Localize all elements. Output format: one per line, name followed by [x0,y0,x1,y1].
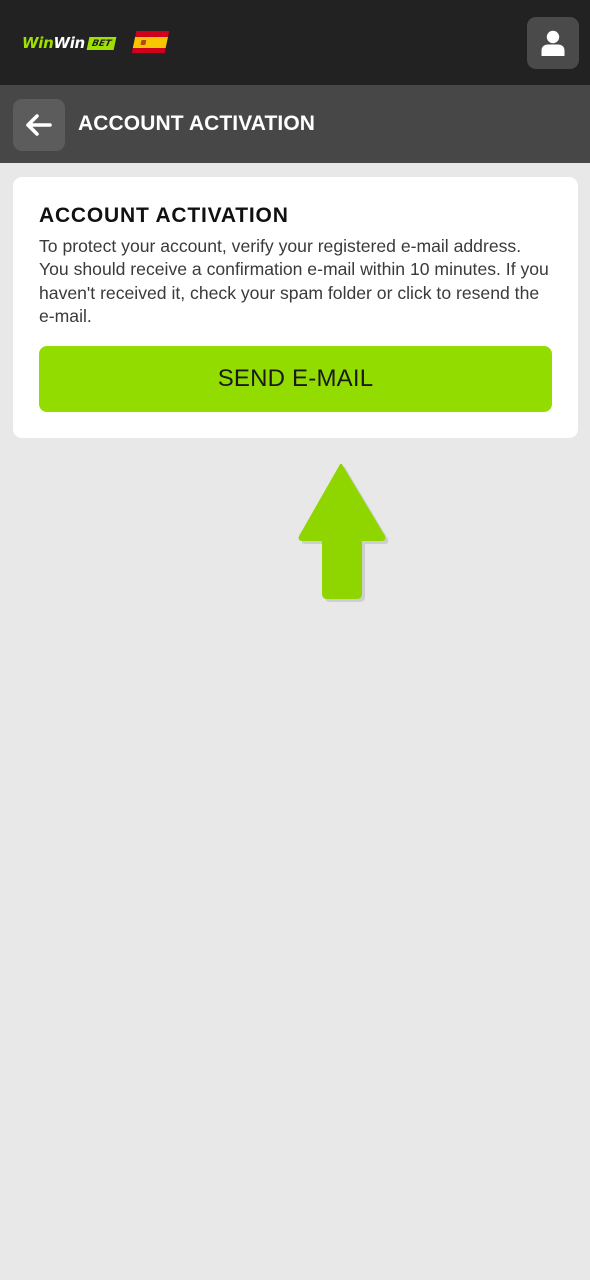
up-arrow-pointer-icon [298,463,389,602]
send-email-button[interactable]: SEND E-MAIL [39,346,552,412]
user-icon [541,30,565,56]
page-header: ACCOUNT ACTIVATION [0,85,590,163]
card-title: ACCOUNT ACTIVATION [39,204,289,227]
spain-flag-icon[interactable] [131,31,170,53]
card-description: To protect your account, verify your reg… [39,236,549,326]
user-account-button[interactable] [527,17,579,69]
winwinbet-logo[interactable]: WinWin BET [22,33,117,53]
back-button[interactable] [13,99,65,151]
page-title: ACCOUNT ACTIVATION [78,112,316,135]
top-bar: WinWin BET [0,0,590,85]
logo-text: WinWin [22,34,85,52]
logo-badge: BET [86,36,117,50]
activation-card: ACCOUNT ACTIVATION To protect your accou… [13,177,578,438]
arrow-left-icon [26,114,52,136]
